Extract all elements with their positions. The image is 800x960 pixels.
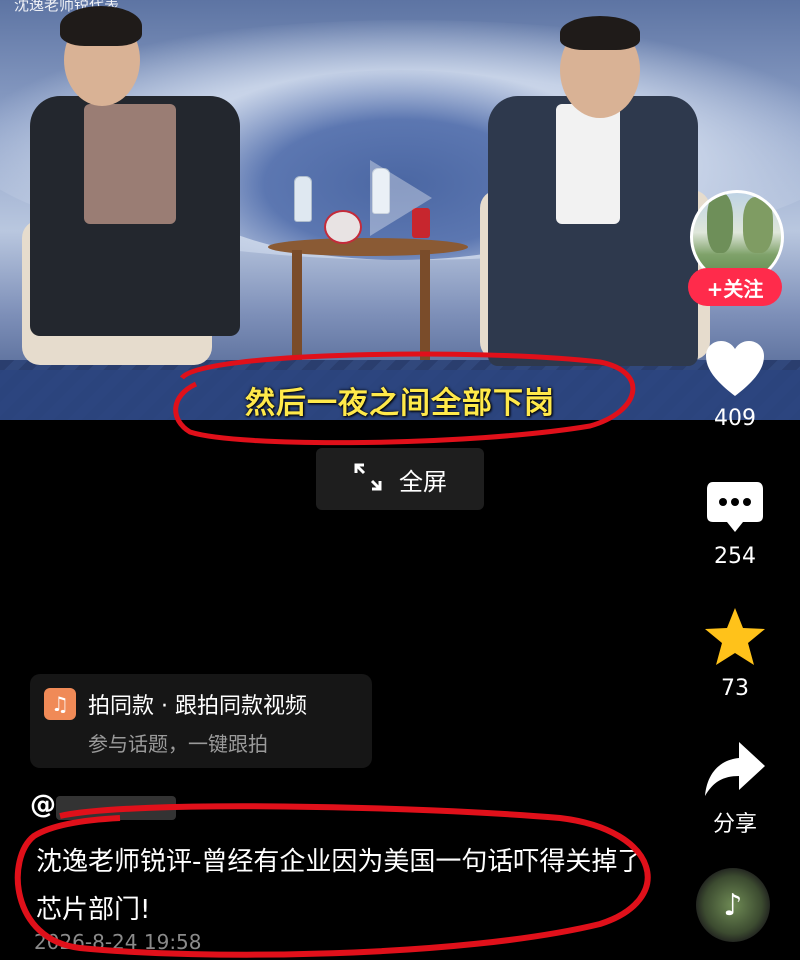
favorite-count: 73 — [721, 676, 749, 701]
author-name[interactable]: @ — [30, 790, 56, 820]
same-style-card[interactable]: ♫ 拍同款 · 跟拍同款视频 参与话题，一键跟拍 — [30, 674, 372, 768]
comment-action[interactable]: 254 — [690, 480, 780, 569]
video-subtitle: 然后一夜之间全部下岗 — [245, 386, 555, 421]
favorite-action[interactable]: 73 — [690, 606, 780, 701]
video-player[interactable]: 沈逸老师锐代表 — [0, 0, 800, 420]
author-name-scribble — [56, 796, 176, 820]
like-count: 409 — [714, 406, 756, 431]
follow-button[interactable]: +关注 — [688, 268, 782, 306]
share-label: 分享 — [712, 812, 757, 837]
right-person-shirt — [556, 104, 620, 224]
post-description: 沈逸老师锐评-曾经有企业因为美国一句话吓得关掉了芯片部门! — [36, 847, 644, 925]
play-icon[interactable] — [370, 160, 432, 236]
table-leg — [420, 250, 430, 360]
heart-icon[interactable] — [704, 341, 766, 402]
left-person-hair — [60, 6, 142, 46]
music-disc[interactable]: ♪ — [696, 868, 770, 942]
expand-icon — [353, 462, 383, 496]
right-person-hair — [560, 16, 640, 50]
share-action[interactable]: 分享 — [690, 740, 780, 838]
post-timestamp: 2026-8-24 19:58 — [34, 930, 202, 954]
water-bottle — [294, 176, 312, 222]
comment-count: 254 — [714, 544, 756, 569]
music-note-icon: ♪ — [723, 887, 743, 923]
like-action[interactable]: 409 — [690, 340, 780, 431]
avatar-tree — [707, 193, 733, 253]
fullscreen-button[interactable]: 全屏 — [316, 448, 484, 510]
same-style-subtitle: 参与话题，一键跟拍 — [88, 732, 268, 756]
share-icon[interactable] — [703, 742, 767, 802]
music-note-icon: ♫ — [44, 688, 76, 720]
left-person-shirt — [84, 104, 176, 224]
table-leg — [292, 250, 302, 360]
comment-icon[interactable] — [705, 482, 765, 540]
avatar-tree — [743, 197, 773, 253]
fullscreen-label: 全屏 — [399, 467, 447, 496]
same-style-title: 拍同款 · 跟拍同款视频 — [88, 694, 307, 719]
microphone — [324, 210, 362, 244]
star-icon[interactable] — [703, 608, 767, 672]
